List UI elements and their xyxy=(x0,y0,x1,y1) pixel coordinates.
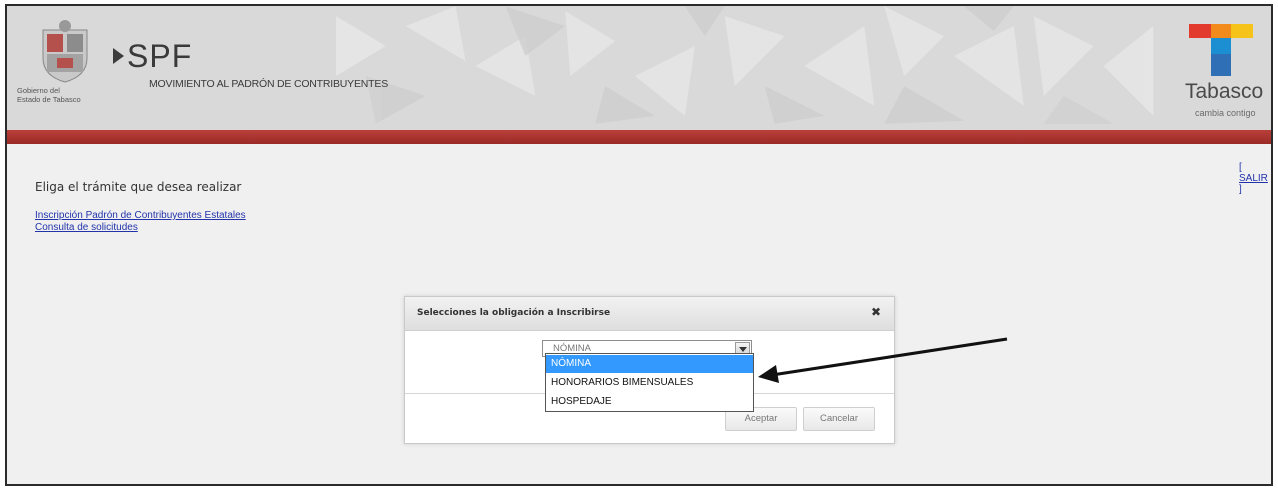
header-accent-bar xyxy=(7,130,1271,144)
coat-of-arms-icon xyxy=(42,20,88,83)
dialog-header: Selecciones la obligación a Inscribirse … xyxy=(405,297,894,331)
government-logo-text: Gobierno del Estado de Tabasco xyxy=(15,86,115,104)
play-arrow-icon xyxy=(113,48,124,64)
page-heading: Eliga el trámite que desea realizar xyxy=(35,180,242,194)
pointer-arrow-icon xyxy=(758,337,1008,383)
app-window: Gobierno del Estado de Tabasco SPF MOVIM… xyxy=(5,4,1273,486)
gov-text-line-1: Gobierno del xyxy=(17,86,60,95)
system-name: SPF xyxy=(127,38,193,74)
tabasco-t-icon xyxy=(1189,24,1253,76)
header-banner: Gobierno del Estado de Tabasco SPF MOVIM… xyxy=(7,6,1271,130)
header-background-pattern xyxy=(335,6,1154,124)
tabasco-logo: Tabasco cambia contigo xyxy=(1175,20,1271,126)
brand-slogan: cambia contigo xyxy=(1195,108,1256,118)
logout-link[interactable]: [ SALIR ] xyxy=(1239,162,1268,195)
system-subtitle: MOVIMIENTO AL PADRÓN DE CONTRIBUYENTES xyxy=(149,78,388,90)
gov-text-line-2: Estado de Tabasco xyxy=(17,95,81,104)
dialog-title: Selecciones la obligación a Inscribirse xyxy=(417,308,611,318)
close-icon[interactable]: ✖ xyxy=(869,305,883,319)
procedure-links: Inscripción Padrón de Contribuyentes Est… xyxy=(35,210,246,234)
option-nomina[interactable]: NÓMINA xyxy=(546,355,753,373)
option-hospedaje[interactable]: HOSPEDAJE xyxy=(546,393,753,411)
link-inscripcion-padron[interactable]: Inscripción Padrón de Contribuyentes Est… xyxy=(35,210,246,222)
link-consulta-solicitudes[interactable]: Consulta de solicitudes xyxy=(35,222,246,234)
option-honorarios-bimensuales[interactable]: HONORARIOS BIMENSUALES xyxy=(546,374,753,392)
logout-area: [ SALIR ] xyxy=(1239,162,1271,195)
government-logo: Gobierno del Estado de Tabasco xyxy=(15,14,115,124)
cancel-button[interactable]: Cancelar xyxy=(803,407,875,431)
obligation-dropdown-list: NÓMINA HONORARIOS BIMENSUALES HOSPEDAJE xyxy=(545,353,754,412)
brand-name: Tabasco xyxy=(1185,80,1264,103)
